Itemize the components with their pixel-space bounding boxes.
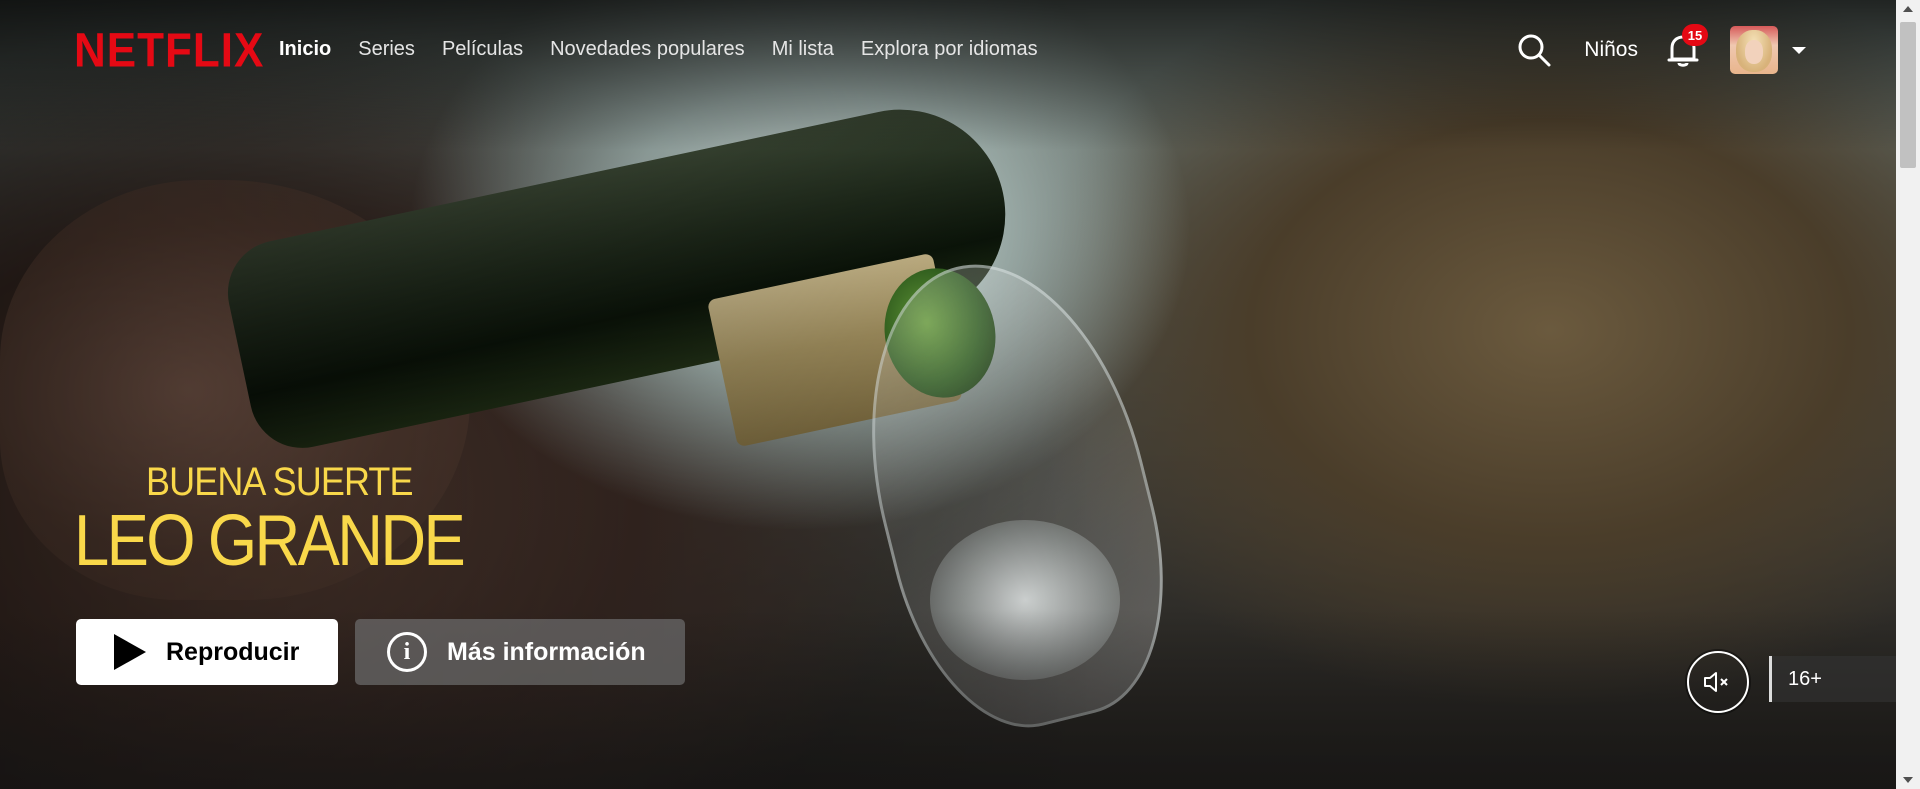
- nav-item-mi-lista[interactable]: Mi lista: [772, 38, 834, 61]
- mute-toggle-button[interactable]: [1687, 651, 1749, 713]
- volume-mute-icon: [1704, 672, 1728, 692]
- scroll-down-arrow-icon[interactable]: [1903, 777, 1913, 783]
- nav-item-inicio[interactable]: Inicio: [279, 38, 331, 61]
- more-info-button[interactable]: i Más información: [355, 619, 685, 685]
- vertical-scrollbar[interactable]: [1896, 0, 1920, 789]
- nav-item-peliculas[interactable]: Películas: [442, 38, 523, 61]
- play-icon: [114, 634, 146, 670]
- nav-item-explora-por-idiomas[interactable]: Explora por idiomas: [861, 38, 1038, 61]
- info-icon: i: [387, 632, 427, 672]
- netflix-logo[interactable]: NETFLIX: [74, 24, 264, 79]
- caret-down-icon[interactable]: [1792, 46, 1806, 54]
- avatar-face-graphic: [1745, 40, 1763, 64]
- kids-link[interactable]: Niños: [1584, 38, 1638, 62]
- nav-item-novedades-populares[interactable]: Novedades populares: [550, 38, 745, 61]
- search-icon[interactable]: [1516, 32, 1552, 68]
- secondary-nav: Niños 15: [1516, 24, 1806, 76]
- scrollbar-thumb[interactable]: [1900, 22, 1916, 168]
- notification-badge: 15: [1682, 24, 1708, 46]
- title-line-2: LEO GRANDE: [74, 501, 466, 581]
- hero-actions: Reproducir i Más información: [76, 619, 685, 685]
- scroll-up-arrow-icon[interactable]: [1903, 6, 1913, 12]
- more-info-button-label: Más información: [447, 637, 646, 666]
- notifications-button[interactable]: 15: [1666, 24, 1708, 68]
- play-button[interactable]: Reproducir: [76, 619, 338, 685]
- profile-avatar[interactable]: [1730, 26, 1778, 74]
- maturity-rating-badge: 16+: [1769, 656, 1896, 702]
- top-navigation: NETFLIX Inicio Series Películas Novedade…: [0, 0, 1896, 100]
- main-nav: Inicio Series Películas Novedades popula…: [279, 38, 1038, 61]
- nav-item-series[interactable]: Series: [358, 38, 415, 61]
- play-button-label: Reproducir: [166, 637, 300, 666]
- title-line-1: BUENA SUERTE: [146, 460, 414, 504]
